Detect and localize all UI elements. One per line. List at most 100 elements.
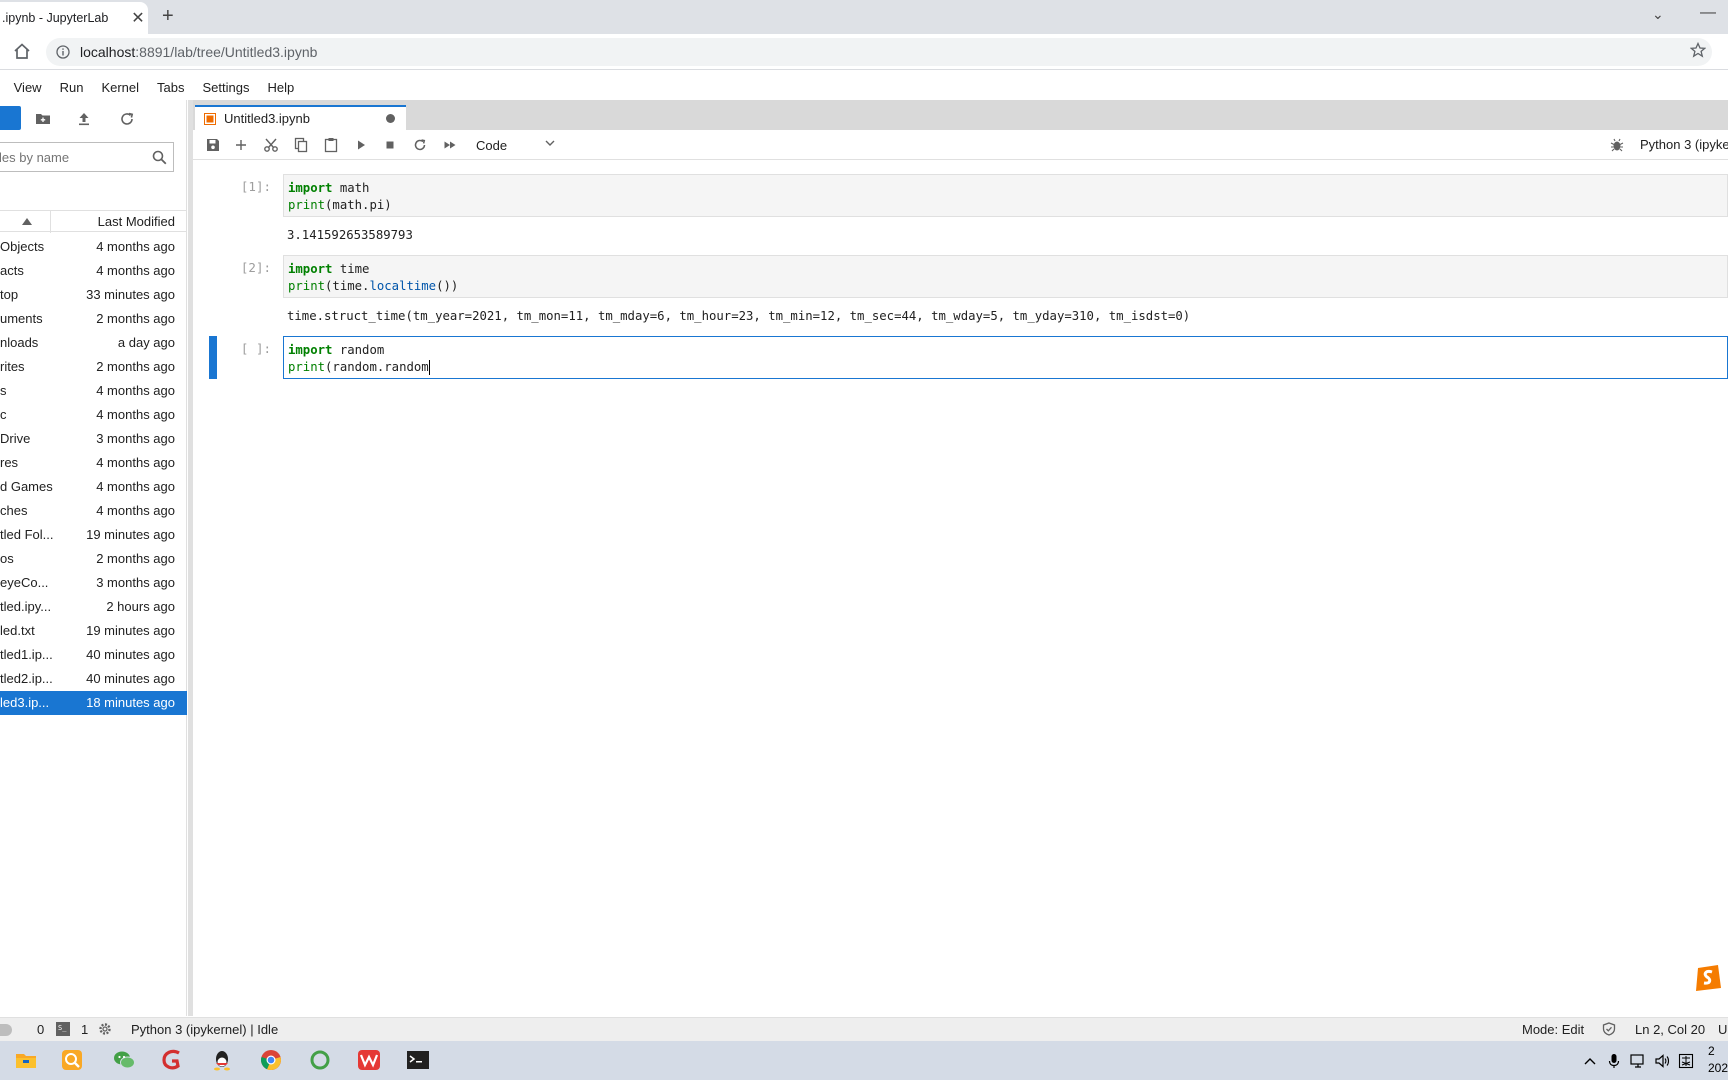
home-icon[interactable] — [13, 42, 31, 60]
volume-icon[interactable] — [1654, 1053, 1670, 1069]
file-row[interactable]: acts 4 months ago — [0, 259, 187, 283]
terminal-app-icon[interactable] — [406, 1048, 430, 1072]
keyword: import — [288, 343, 333, 357]
debugger-bug-icon[interactable] — [1610, 138, 1624, 152]
browser-tab[interactable]: .ipynb - JupyterLab ✕ — [0, 2, 148, 34]
file-row[interactable]: top 33 minutes ago — [0, 283, 187, 307]
file-row[interactable]: led.txt 19 minutes ago — [0, 619, 187, 643]
save-icon[interactable] — [205, 137, 221, 153]
clock-time[interactable]: 2 — [1708, 1044, 1715, 1058]
bookmark-star-icon[interactable] — [1690, 42, 1706, 58]
file-name: tled2.ip... — [0, 671, 53, 686]
terminal-count[interactable]: 0 — [37, 1022, 44, 1037]
restart-icon[interactable] — [412, 137, 428, 153]
encoding[interactable]: U — [1718, 1022, 1727, 1037]
kernel-count[interactable]: 1 — [81, 1022, 88, 1037]
app-red-icon[interactable] — [160, 1048, 184, 1072]
chevron-down-icon[interactable] — [545, 140, 555, 147]
file-filter-input[interactable] — [0, 149, 139, 165]
file-modified: 4 months ago — [96, 383, 175, 398]
fast-forward-icon[interactable] — [442, 137, 458, 153]
file-filter[interactable] — [0, 142, 174, 172]
notebook-tab[interactable]: Untitled3.ipynb — [195, 105, 406, 130]
cell-type-select[interactable]: Code — [476, 135, 556, 155]
editor-mode[interactable]: Mode: Edit — [1522, 1022, 1584, 1037]
sort-up-icon[interactable] — [22, 218, 32, 225]
file-modified: 4 months ago — [96, 263, 175, 278]
file-row[interactable]: tled.ipy... 2 hours ago — [0, 595, 187, 619]
info-icon[interactable] — [56, 45, 70, 59]
wechat-icon[interactable] — [112, 1048, 136, 1072]
header-last-modified[interactable]: Last Modified — [98, 214, 175, 229]
cell-editor[interactable]: import math print(math.pi) — [283, 174, 1728, 217]
clock-date[interactable]: 202 — [1708, 1061, 1728, 1075]
file-row[interactable]: res 4 months ago — [0, 451, 187, 475]
file-row[interactable]: uments 2 months ago — [0, 307, 187, 331]
cut-icon[interactable] — [263, 137, 279, 153]
network-icon[interactable] — [1630, 1053, 1646, 1069]
window-minimize-icon[interactable]: — — [1700, 4, 1716, 22]
file-row[interactable]: Objects 4 months ago — [0, 235, 187, 259]
copy-icon[interactable] — [293, 137, 309, 153]
file-row[interactable]: rites 2 months ago — [0, 355, 187, 379]
close-tab-icon[interactable]: ✕ — [128, 8, 148, 28]
menu-tabs[interactable]: Tabs — [157, 80, 184, 95]
kernel-status[interactable]: Python 3 (ipykernel) | Idle — [131, 1022, 278, 1037]
svg-text:S_: S_ — [58, 1024, 67, 1032]
file-row[interactable]: d Games 4 months ago — [0, 475, 187, 499]
file-row[interactable]: s 4 months ago — [0, 379, 187, 403]
chrome-icon[interactable] — [259, 1048, 283, 1072]
file-row[interactable]: ches 4 months ago — [0, 499, 187, 523]
menu-kernel[interactable]: Kernel — [101, 80, 139, 95]
microphone-icon[interactable] — [1606, 1053, 1622, 1069]
cell-collapser[interactable] — [209, 336, 217, 379]
search-app-icon[interactable] — [60, 1048, 84, 1072]
url-field[interactable]: localhost:8891/lab/tree/Untitled3.ipynb — [46, 38, 1712, 66]
add-cell-icon[interactable] — [233, 137, 249, 153]
file-row[interactable]: os 2 months ago — [0, 547, 187, 571]
file-row[interactable]: c 4 months ago — [0, 403, 187, 427]
cell-editor[interactable]: import time print(time.localtime()) — [283, 255, 1728, 298]
code-cell-active[interactable]: [ ]: import random print(random.random — [193, 336, 1728, 380]
new-folder-icon[interactable] — [35, 111, 51, 127]
file-modified: 2 months ago — [96, 551, 175, 566]
file-explorer-icon[interactable] — [14, 1048, 38, 1072]
menu-help[interactable]: Help — [267, 80, 294, 95]
qq-icon[interactable] — [210, 1048, 234, 1072]
notebook-toolbar: Code Python 3 (ipyke — [193, 130, 1728, 160]
new-tab-icon[interactable]: + — [162, 5, 174, 28]
simple-mode-toggle[interactable] — [0, 1024, 12, 1036]
refresh-icon[interactable] — [119, 111, 135, 127]
terminal-icon[interactable]: S_ — [56, 1022, 70, 1036]
code-cell[interactable]: [2]: import time print(time.localtime())… — [193, 255, 1728, 325]
kernel-name-button[interactable]: Python 3 (ipyke — [1640, 137, 1728, 152]
file-row[interactable]: Drive 3 months ago — [0, 427, 187, 451]
run-icon[interactable] — [353, 137, 369, 153]
file-row[interactable]: tled1.ip... 40 minutes ago — [0, 643, 187, 667]
upload-icon[interactable] — [76, 111, 92, 127]
sogou-ime-icon[interactable] — [1692, 962, 1724, 994]
menu-view[interactable]: View — [14, 80, 42, 95]
cursor-position[interactable]: Ln 2, Col 20 — [1635, 1022, 1705, 1037]
new-launcher-button[interactable] — [0, 106, 21, 130]
menu-settings[interactable]: Settings — [202, 80, 249, 95]
ime-icon[interactable] — [1678, 1053, 1694, 1069]
search-icon[interactable] — [152, 150, 167, 165]
chevron-down-icon[interactable]: ⌄ — [1652, 6, 1664, 23]
stop-icon[interactable] — [382, 137, 398, 153]
file-row[interactable]: tled Fol... 19 minutes ago — [0, 523, 187, 547]
file-row[interactable]: nloads a day ago — [0, 331, 187, 355]
jupyter-app-icon[interactable] — [308, 1048, 332, 1072]
trust-shield-icon[interactable] — [1602, 1022, 1616, 1036]
kernel-gear-icon[interactable] — [98, 1022, 112, 1036]
file-row-selected[interactable]: led3.ip... 18 minutes ago — [0, 691, 187, 715]
paste-icon[interactable] — [323, 137, 339, 153]
tray-expand-icon[interactable] — [1582, 1053, 1598, 1069]
file-row[interactable]: tled2.ip... 40 minutes ago — [0, 667, 187, 691]
code-cell[interactable]: [1]: import math print(math.pi) 3.141592… — [193, 174, 1728, 244]
file-row[interactable]: eyeCo... 3 months ago — [0, 571, 187, 595]
wps-office-icon[interactable] — [357, 1048, 381, 1072]
menu-run[interactable]: Run — [60, 80, 84, 95]
cell-editor[interactable]: import random print(random.random — [283, 336, 1728, 379]
unsaved-dot-icon[interactable] — [386, 114, 395, 123]
